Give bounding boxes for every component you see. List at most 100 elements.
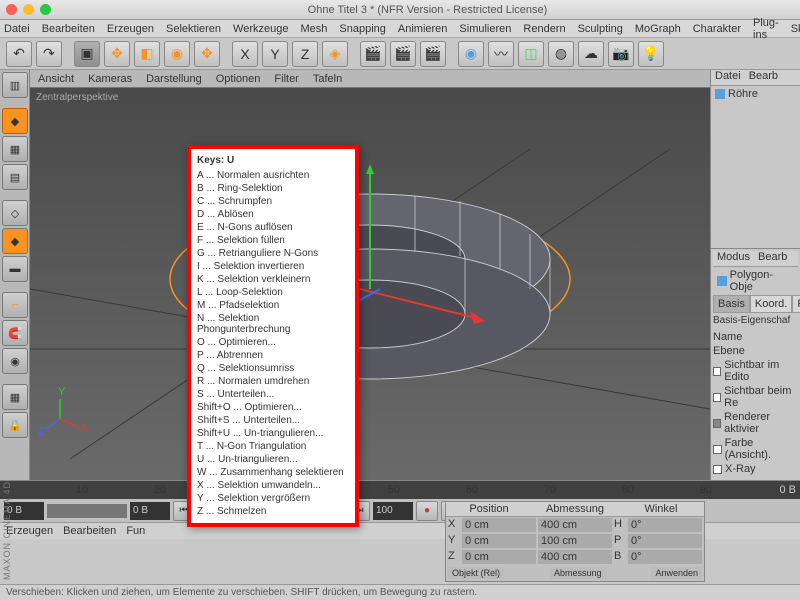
menu-skript[interactable]: Skript bbox=[791, 23, 800, 35]
menu-sculpting[interactable]: Sculpting bbox=[578, 23, 623, 35]
rot-b[interactable]: 0° bbox=[628, 550, 702, 564]
popup-item[interactable]: C ... Schrumpfen bbox=[197, 195, 349, 208]
snap-button[interactable]: 🧲 bbox=[2, 320, 28, 346]
coord-size-mode[interactable]: Abmessung bbox=[550, 567, 606, 579]
make-editable-button[interactable]: ▥ bbox=[2, 72, 28, 98]
popup-item[interactable]: S ... Unterteilen... bbox=[197, 388, 349, 401]
menu-bearbeiten[interactable]: Bearbeiten bbox=[42, 23, 95, 35]
popup-item[interactable]: A ... Normalen ausrichten bbox=[197, 169, 349, 182]
mtab-erzeugen[interactable]: Erzeugen bbox=[6, 525, 53, 537]
coord-system-button[interactable]: ◈ bbox=[322, 41, 348, 67]
menu-mesh[interactable]: Mesh bbox=[300, 23, 327, 35]
workplane-mode-button[interactable]: ▤ bbox=[2, 164, 28, 190]
attr-tab-modus[interactable]: Modus bbox=[717, 251, 750, 266]
frame-current[interactable]: 0 B bbox=[130, 502, 170, 520]
cb-renderer[interactable] bbox=[713, 419, 721, 428]
popup-item[interactable]: W ... Zusammenhang selektieren bbox=[197, 466, 349, 479]
menu-animieren[interactable]: Animieren bbox=[398, 23, 448, 35]
viewport[interactable]: Ansicht Kameras Darstellung Optionen Fil… bbox=[30, 70, 710, 480]
mtab-bearbeiten[interactable]: Bearbeiten bbox=[63, 525, 116, 537]
object-row[interactable]: Röhre bbox=[711, 86, 800, 102]
range-slider[interactable] bbox=[47, 504, 127, 518]
timeline[interactable]: 010 2030 4050 6070 8090 100 0 B bbox=[0, 481, 800, 499]
axis-y-button[interactable]: Y bbox=[262, 41, 288, 67]
popup-item[interactable]: Y ... Selektion vergrößern bbox=[197, 492, 349, 505]
cb-farbe[interactable] bbox=[713, 445, 722, 454]
light-button[interactable]: 💡 bbox=[638, 41, 664, 67]
popup-item[interactable]: Shift+O ... Optimieren... bbox=[197, 401, 349, 414]
popup-item[interactable]: B ... Ring-Selektion bbox=[197, 182, 349, 195]
size-x[interactable]: 400 cm bbox=[538, 518, 612, 532]
point-mode-button[interactable]: ◇ bbox=[2, 200, 28, 226]
scale-tool[interactable]: ◧ bbox=[134, 41, 160, 67]
texture-mode-button[interactable]: ▦ bbox=[2, 136, 28, 162]
popup-item[interactable]: K ... Selektion verkleinern bbox=[197, 273, 349, 286]
viewport-solo-button[interactable]: ▦ bbox=[2, 384, 28, 410]
subtab-koord[interactable]: Koord. bbox=[750, 295, 792, 313]
subtab-p[interactable]: P bbox=[792, 295, 800, 313]
primitive-button[interactable]: ◉ bbox=[458, 41, 484, 67]
menu-plugins[interactable]: Plug-ins bbox=[753, 17, 779, 41]
popup-item[interactable]: N ... Selektion Phongunterbrechung bbox=[197, 312, 349, 336]
popup-item[interactable]: F ... Selektion füllen bbox=[197, 234, 349, 247]
frame-total[interactable]: 100 bbox=[373, 502, 413, 520]
cb-render[interactable] bbox=[713, 393, 721, 402]
render-button[interactable]: 🎬 bbox=[360, 41, 386, 67]
menu-rendern[interactable]: Rendern bbox=[523, 23, 565, 35]
vp-kameras[interactable]: Kameras bbox=[88, 73, 132, 85]
close-icon[interactable] bbox=[6, 4, 17, 15]
menu-werkzeuge[interactable]: Werkzeuge bbox=[233, 23, 288, 35]
menu-snapping[interactable]: Snapping bbox=[339, 23, 386, 35]
render-settings-button[interactable]: 🎬 bbox=[420, 41, 446, 67]
menu-mograph[interactable]: MoGraph bbox=[635, 23, 681, 35]
objmgr-tab-datei[interactable]: Datei bbox=[715, 70, 741, 85]
minimize-icon[interactable] bbox=[23, 4, 34, 15]
cb-xray[interactable] bbox=[713, 465, 722, 474]
deformer-button[interactable]: ◍ bbox=[548, 41, 574, 67]
rot-h[interactable]: 0° bbox=[628, 518, 702, 532]
vp-darstellung[interactable]: Darstellung bbox=[146, 73, 202, 85]
popup-item[interactable]: L ... Loop-Selektion bbox=[197, 286, 349, 299]
popup-item[interactable]: Q ... Selektionsumriss bbox=[197, 362, 349, 375]
popup-item[interactable]: E ... N-Gons auflösen bbox=[197, 221, 349, 234]
select-tool[interactable]: ▣ bbox=[74, 41, 100, 67]
vp-optionen[interactable]: Optionen bbox=[216, 73, 261, 85]
environment-button[interactable]: ☁ bbox=[578, 41, 604, 67]
edge-mode-button[interactable]: ◆ bbox=[2, 228, 28, 254]
coord-apply[interactable]: Anwenden bbox=[651, 567, 702, 579]
popup-item[interactable]: O ... Optimieren... bbox=[197, 336, 349, 349]
model-mode-button[interactable]: ◆ bbox=[2, 108, 28, 134]
cb-editor[interactable] bbox=[713, 367, 721, 376]
popup-item[interactable]: Shift+S ... Unterteilen... bbox=[197, 414, 349, 427]
menu-charakter[interactable]: Charakter bbox=[693, 23, 741, 35]
menu-erzeugen[interactable]: Erzeugen bbox=[107, 23, 154, 35]
attr-tab-bearb[interactable]: Bearb bbox=[758, 251, 787, 266]
popup-item[interactable]: U ... Un-triangulieren... bbox=[197, 453, 349, 466]
vp-ansicht[interactable]: Ansicht bbox=[38, 73, 74, 85]
size-z[interactable]: 400 cm bbox=[538, 550, 612, 564]
generator-button[interactable]: ◫ bbox=[518, 41, 544, 67]
polygon-mode-button[interactable]: ▬ bbox=[2, 256, 28, 282]
lastused-tool[interactable]: ✥ bbox=[194, 41, 220, 67]
move-tool[interactable]: ✥ bbox=[104, 41, 130, 67]
popup-item[interactable]: G ... Retrianguliere N-Gons bbox=[197, 247, 349, 260]
camera-button[interactable]: 📷 bbox=[608, 41, 634, 67]
rot-p[interactable]: 0° bbox=[628, 534, 702, 548]
menu-selektieren[interactable]: Selektieren bbox=[166, 23, 221, 35]
spline-button[interactable]: 〰 bbox=[488, 41, 514, 67]
render-region-button[interactable]: 🎬 bbox=[390, 41, 416, 67]
popup-item[interactable]: T ... N-Gon Triangulation bbox=[197, 440, 349, 453]
mtab-funktion[interactable]: Fun bbox=[126, 525, 145, 537]
lock-button[interactable]: 🔒 bbox=[2, 412, 28, 438]
axis-z-button[interactable]: Z bbox=[292, 41, 318, 67]
undo-button[interactable]: ↶ bbox=[6, 41, 32, 67]
axis-x-button[interactable]: X bbox=[232, 41, 258, 67]
redo-button[interactable]: ↷ bbox=[36, 41, 62, 67]
menu-simulieren[interactable]: Simulieren bbox=[459, 23, 511, 35]
popup-item[interactable]: I ... Selektion invertieren bbox=[197, 260, 349, 273]
popup-item[interactable]: D ... Ablösen bbox=[197, 208, 349, 221]
menu-datei[interactable]: Datei bbox=[4, 23, 30, 35]
subtab-basis[interactable]: Basis bbox=[713, 295, 750, 313]
zoom-icon[interactable] bbox=[40, 4, 51, 15]
record-button[interactable]: ● bbox=[416, 501, 438, 521]
